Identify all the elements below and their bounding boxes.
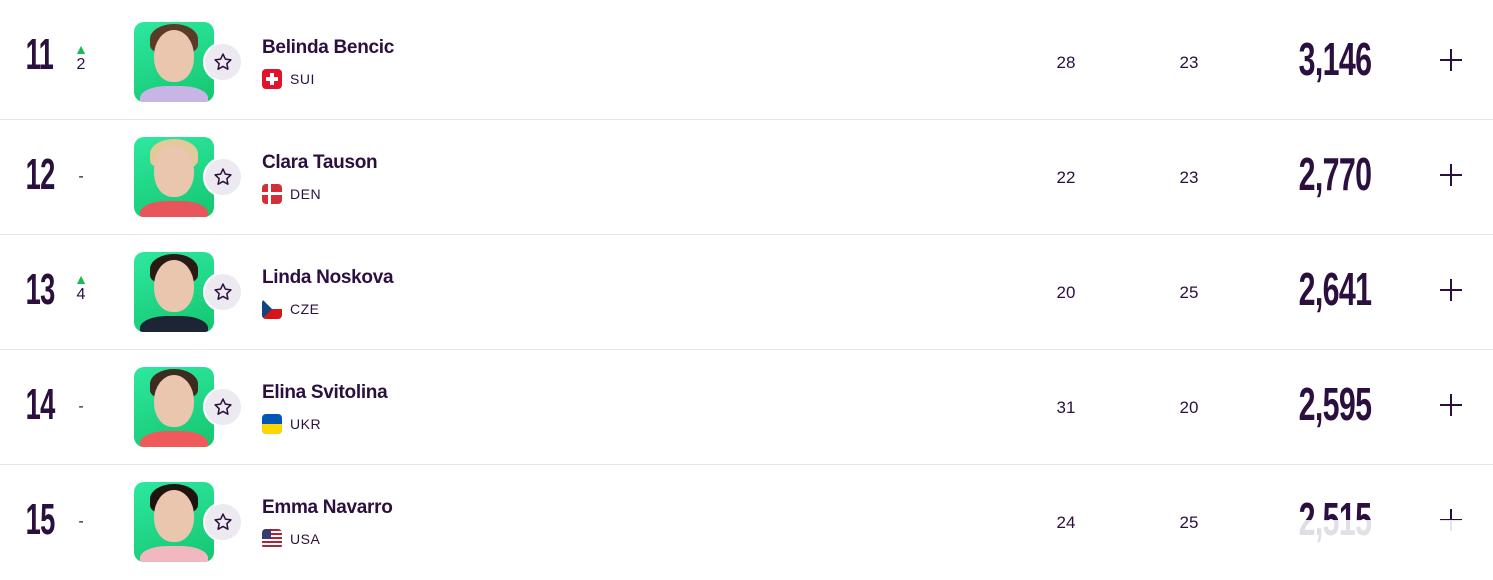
player-name[interactable]: Linda Noskova bbox=[262, 267, 394, 289]
shirt bbox=[140, 86, 208, 102]
shirt bbox=[140, 546, 208, 562]
triangle-up-icon: ▲ bbox=[74, 41, 88, 57]
favorite-button[interactable] bbox=[203, 157, 243, 197]
star-outline-icon bbox=[214, 168, 232, 185]
ranking-row[interactable]: 13 ▲ 4 Linda Noskova CZE 20 25 2,641 bbox=[0, 235, 1493, 350]
country-code: DEN bbox=[290, 186, 322, 202]
face bbox=[154, 260, 194, 312]
player-photo[interactable] bbox=[134, 137, 214, 217]
favorite-button[interactable] bbox=[203, 387, 243, 427]
shirt bbox=[140, 431, 208, 447]
rank-number: 12 bbox=[25, 150, 56, 199]
player-name[interactable]: Belinda Bencic bbox=[262, 37, 394, 59]
country-code: SUI bbox=[290, 71, 315, 87]
face bbox=[154, 145, 194, 197]
plus-icon[interactable] bbox=[1438, 277, 1464, 303]
plus-icon[interactable] bbox=[1438, 47, 1464, 73]
tournaments-value: 25 bbox=[1179, 513, 1199, 532]
tournaments-value: 20 bbox=[1179, 398, 1199, 417]
points-value: 2,641 bbox=[1298, 263, 1372, 315]
ranking-row[interactable]: 14 - Elina Svitolina UKR 31 20 2,595 bbox=[0, 350, 1493, 465]
age-value: 24 bbox=[1056, 513, 1076, 532]
tournaments-value: 23 bbox=[1179, 53, 1199, 72]
player-country: USA bbox=[262, 529, 320, 549]
player-name[interactable]: Elina Svitolina bbox=[262, 382, 388, 404]
favorite-button[interactable] bbox=[203, 42, 243, 82]
age-value: 28 bbox=[1056, 53, 1076, 72]
player-photo[interactable] bbox=[134, 482, 214, 562]
flag-ukr-icon bbox=[262, 414, 282, 434]
shirt bbox=[140, 316, 208, 332]
age-value: 22 bbox=[1056, 168, 1076, 187]
plus-icon[interactable] bbox=[1438, 392, 1464, 418]
player-photo[interactable] bbox=[134, 22, 214, 102]
points-value: 2,770 bbox=[1298, 148, 1372, 200]
face bbox=[154, 490, 194, 542]
age-value: 31 bbox=[1056, 398, 1076, 417]
rank-movement-value: 4 bbox=[76, 286, 86, 303]
star-outline-icon bbox=[214, 283, 232, 300]
points-value: 3,146 bbox=[1298, 33, 1372, 85]
rank-movement-value: - bbox=[78, 398, 84, 415]
face bbox=[154, 30, 194, 82]
rank-movement-value: 2 bbox=[76, 56, 86, 73]
rank-movement: ▲ 4 bbox=[66, 272, 96, 304]
rank-movement-value: - bbox=[78, 513, 84, 530]
tournaments-value: 23 bbox=[1179, 168, 1199, 187]
points-value: 2,595 bbox=[1298, 378, 1372, 430]
star-outline-icon bbox=[214, 398, 232, 415]
favorite-button[interactable] bbox=[203, 272, 243, 312]
rankings-list: 11 ▲ 2 Belinda Bencic SUI 28 23 3,146 12 bbox=[0, 0, 1493, 580]
player-photo[interactable] bbox=[134, 367, 214, 447]
plus-icon[interactable] bbox=[1438, 162, 1464, 188]
rank-movement: ▲ 2 bbox=[66, 42, 96, 74]
shirt bbox=[140, 201, 208, 217]
rank-movement: - bbox=[66, 398, 96, 416]
flag-cze-icon bbox=[262, 299, 282, 319]
rank-movement: - bbox=[66, 513, 96, 531]
rank-number: 14 bbox=[25, 380, 56, 429]
star-outline-icon bbox=[214, 513, 232, 530]
flag-sui-icon bbox=[262, 69, 282, 89]
player-name[interactable]: Emma Navarro bbox=[262, 497, 393, 519]
plus-icon[interactable] bbox=[1438, 507, 1464, 533]
rank-number: 15 bbox=[25, 495, 56, 544]
player-photo[interactable] bbox=[134, 252, 214, 332]
player-country: CZE bbox=[262, 299, 320, 319]
rank-number: 13 bbox=[25, 265, 56, 314]
triangle-up-icon: ▲ bbox=[74, 271, 88, 287]
player-country: DEN bbox=[262, 184, 321, 204]
favorite-button[interactable] bbox=[203, 502, 243, 542]
age-value: 20 bbox=[1056, 283, 1076, 302]
ranking-row[interactable]: 12 - Clara Tauson DEN 22 23 2,770 bbox=[0, 120, 1493, 235]
flag-usa-icon bbox=[262, 529, 282, 549]
player-country: UKR bbox=[262, 414, 321, 434]
player-country: SUI bbox=[262, 69, 315, 89]
flag-den-icon bbox=[262, 184, 282, 204]
country-code: USA bbox=[290, 531, 321, 547]
ranking-row[interactable]: 15 - Emma Navarro USA 24 25 2,515 bbox=[0, 465, 1493, 580]
country-code: CZE bbox=[290, 301, 320, 317]
face bbox=[154, 375, 194, 427]
points-value: 2,515 bbox=[1298, 493, 1372, 545]
rank-number: 11 bbox=[25, 30, 54, 79]
ranking-row[interactable]: 11 ▲ 2 Belinda Bencic SUI 28 23 3,146 bbox=[0, 0, 1493, 120]
player-name[interactable]: Clara Tauson bbox=[262, 152, 378, 174]
rank-movement-value: - bbox=[78, 168, 84, 185]
star-outline-icon bbox=[214, 53, 232, 70]
rank-movement: - bbox=[66, 168, 96, 186]
tournaments-value: 25 bbox=[1179, 283, 1199, 302]
country-code: UKR bbox=[290, 416, 322, 432]
